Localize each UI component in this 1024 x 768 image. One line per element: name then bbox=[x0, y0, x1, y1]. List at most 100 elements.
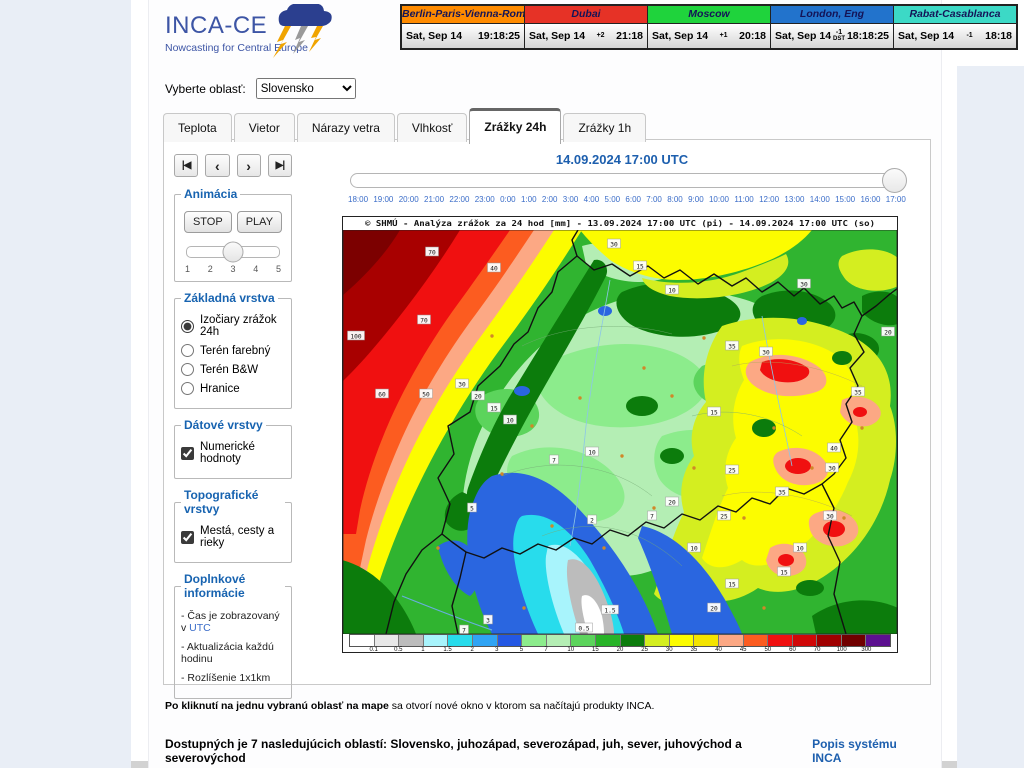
data-layer-option: Numerické hodnoty bbox=[181, 441, 285, 465]
tick-label: 8:00 bbox=[667, 195, 683, 204]
timeline-current-time: 14.09.2024 17:00 UTC bbox=[344, 152, 900, 167]
legend-cell bbox=[522, 635, 547, 646]
region-select[interactable]: Slovensko bbox=[256, 78, 356, 99]
legend-value: 5 bbox=[520, 647, 523, 653]
legend-cell bbox=[866, 635, 890, 646]
svg-text:30: 30 bbox=[458, 382, 466, 389]
svg-text:70: 70 bbox=[420, 318, 428, 325]
stop-button[interactable]: STOP bbox=[184, 211, 232, 233]
svg-text:20: 20 bbox=[474, 394, 482, 401]
legend-cell bbox=[571, 635, 596, 646]
clock-date: Sat, Sep 14 bbox=[652, 30, 708, 42]
svg-text:10: 10 bbox=[588, 450, 596, 457]
tab-vietor[interactable]: Vietor bbox=[234, 113, 295, 142]
legend-value: 7 bbox=[544, 647, 547, 653]
legend-cell bbox=[670, 635, 695, 646]
data-layer-checkbox[interactable] bbox=[181, 447, 194, 460]
svg-text:30: 30 bbox=[828, 466, 836, 473]
legend-cell bbox=[498, 635, 523, 646]
tab-n-razy-vetra[interactable]: Nárazy vetra bbox=[297, 113, 395, 142]
legend-value: 35 bbox=[691, 647, 698, 653]
svg-text:70: 70 bbox=[428, 250, 436, 257]
offset-value: +1 bbox=[720, 33, 728, 39]
info-line: - Rozlíšenie 1x1km bbox=[181, 672, 285, 684]
next-frame-button[interactable]: › bbox=[237, 154, 261, 177]
tab-vlhkos-[interactable]: Vlhkosť bbox=[397, 113, 468, 142]
data-layers-fieldset: Dátové vrstvy Numerické hodnoty bbox=[174, 418, 292, 479]
legend-value: 10 bbox=[567, 647, 574, 653]
legend-cell bbox=[375, 635, 400, 646]
offset-label: DST bbox=[833, 36, 845, 42]
animation-legend: Animácia bbox=[181, 187, 240, 201]
base-layer-option: Terén farebný bbox=[181, 344, 285, 357]
precipitation-map[interactable]: © SHMÚ - Analýza zrážok za 24 hod [mm] -… bbox=[342, 216, 898, 653]
speed-slider[interactable] bbox=[186, 246, 280, 258]
tick-label: 19:00 bbox=[373, 195, 393, 204]
tick-label: 23:00 bbox=[475, 195, 495, 204]
tab-zr-ky-24h[interactable]: Zrážky 24h bbox=[469, 108, 561, 144]
base-layer-options: Izočiary zrážok 24h Terén farebný Terén B&… bbox=[181, 314, 285, 395]
legend-cell bbox=[744, 635, 769, 646]
topo-layer-checkbox[interactable] bbox=[181, 531, 194, 544]
tick-label: 7:00 bbox=[646, 195, 662, 204]
svg-text:35: 35 bbox=[854, 390, 862, 397]
inca-system-link[interactable]: Popis systému INCA bbox=[812, 737, 927, 765]
clock-city-label: Rabat-Casablanca bbox=[894, 6, 1016, 23]
legend-cell bbox=[424, 635, 449, 646]
data-layers-legend: Dátové vrstvy bbox=[181, 418, 266, 432]
tab-teplota[interactable]: Teplota bbox=[163, 113, 232, 142]
prev-frame-button[interactable]: ‹ bbox=[205, 154, 229, 177]
base-layer-option-label: Terén B&W bbox=[200, 364, 258, 376]
tick-label: 22:00 bbox=[449, 195, 469, 204]
tick-label: 14:00 bbox=[810, 195, 830, 204]
last-frame-button[interactable]: ▶| bbox=[268, 154, 292, 177]
legend-value: 40 bbox=[715, 647, 722, 653]
svg-text:40: 40 bbox=[490, 266, 498, 273]
base-layer-option-label: Izočiary zrážok 24h bbox=[200, 314, 285, 338]
timeline-slider[interactable] bbox=[350, 173, 904, 188]
base-layer-option-label: Hranice bbox=[200, 383, 240, 395]
clock-utc-offset: -1DST bbox=[833, 30, 845, 42]
legend-value: 15 bbox=[592, 647, 599, 653]
world-clocks: Berlin-Paris-Vienna-RomaSat, Sep 1419:18… bbox=[400, 4, 1018, 50]
offset-value: +2 bbox=[597, 33, 605, 39]
legend-cell bbox=[473, 635, 498, 646]
note-bold: Po kliknutí na jednu vybranú oblasť na m… bbox=[165, 700, 389, 712]
clock-time-value: 21:18 bbox=[616, 30, 643, 42]
legend-cell bbox=[719, 635, 744, 646]
radio-3[interactable] bbox=[181, 382, 194, 395]
svg-text:30: 30 bbox=[762, 350, 770, 357]
region-select-row: Vyberte oblasť: Slovensko bbox=[165, 78, 356, 99]
timeline-slider-handle[interactable] bbox=[882, 168, 907, 193]
radio-0[interactable] bbox=[181, 320, 194, 333]
svg-text:25: 25 bbox=[720, 514, 728, 521]
tick-label: 11:00 bbox=[734, 195, 753, 204]
first-frame-button[interactable]: |◀ bbox=[174, 154, 198, 177]
tick-label: 0:00 bbox=[500, 195, 516, 204]
speed-slider-handle[interactable] bbox=[223, 242, 244, 263]
base-layer-option: Hranice bbox=[181, 382, 285, 395]
tab-zr-ky-1h[interactable]: Zrážky 1h bbox=[563, 113, 646, 142]
legend-cell bbox=[817, 635, 842, 646]
info-line: - Aktualizácia každú hodinu bbox=[181, 641, 285, 665]
map-legend-bar bbox=[349, 634, 891, 647]
clock-city-label: Dubai bbox=[525, 6, 647, 23]
note-rest: sa otvorí nové okno v ktorom sa načítajú… bbox=[389, 700, 655, 712]
svg-text:10: 10 bbox=[668, 288, 676, 295]
svg-text:3: 3 bbox=[486, 618, 490, 625]
radio-1[interactable] bbox=[181, 344, 194, 357]
legend-value: 30 bbox=[666, 647, 673, 653]
svg-text:60: 60 bbox=[378, 392, 386, 399]
legend-value: 20 bbox=[617, 647, 624, 653]
svg-text:20: 20 bbox=[668, 500, 676, 507]
radio-2[interactable] bbox=[181, 363, 194, 376]
svg-text:100: 100 bbox=[350, 334, 361, 341]
play-button[interactable]: PLAY bbox=[237, 211, 282, 233]
offset-value: -1 bbox=[966, 33, 972, 39]
utc-link[interactable]: UTC bbox=[189, 622, 211, 634]
legend-cell bbox=[596, 635, 621, 646]
base-layer-option: Izočiary zrážok 24h bbox=[181, 314, 285, 338]
inca-ce-page: { "logo": {"title": "INCA-CE", "subtitle… bbox=[0, 0, 1024, 768]
clock-time: Sat, Sep 14+221:18 bbox=[525, 23, 647, 48]
speed-scale-label: 2 bbox=[208, 264, 213, 274]
